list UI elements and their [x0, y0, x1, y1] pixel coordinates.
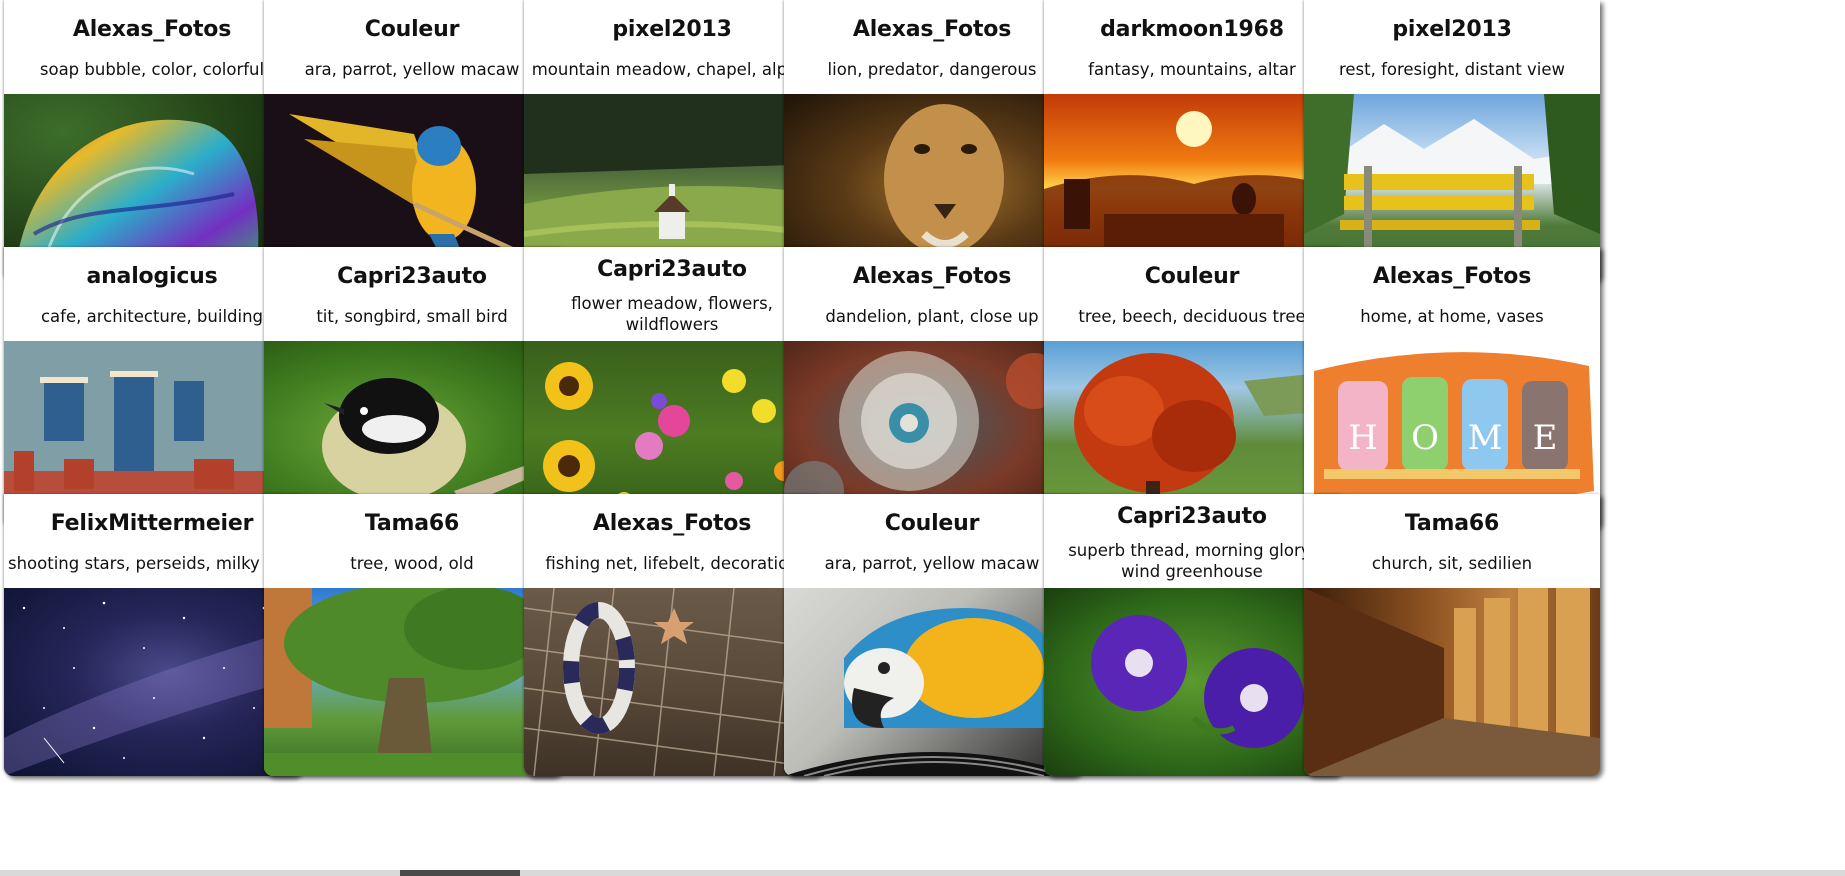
gallery-card[interactable]: darkmoon1968 fantasy, mountains, altar — [1044, 0, 1340, 282]
card-tags: church, sit, sedilien — [1371, 554, 1533, 573]
card-header: darkmoon1968 fantasy, mountains, altar — [1044, 0, 1340, 94]
card-author[interactable]: analogicus — [4, 264, 300, 289]
card-header: pixel2013 mountain meadow, chapel, alpin… — [524, 0, 820, 94]
card-header: Alexas_Fotos fishing net, lifebelt, deco… — [524, 494, 820, 588]
card-header: analogicus cafe, architecture, building — [4, 247, 300, 341]
gallery-card[interactable]: Couleur ara, parrot, yellow macaw — [264, 0, 560, 282]
card-header: Alexas_Fotos home, at home, vases — [1304, 247, 1600, 341]
gallery-card[interactable]: Couleur tree, beech, deciduous tree — [1044, 247, 1340, 529]
card-tags: cafe, architecture, building — [40, 307, 264, 326]
card-header: Couleur ara, parrot, yellow macaw — [264, 0, 560, 94]
card-header: Alexas_Fotos soap bubble, color, colorfu… — [4, 0, 300, 94]
gallery-card[interactable]: Alexas_Fotos lion, predator, dangerous — [784, 0, 1080, 282]
card-tags: dandelion, plant, close up — [825, 307, 1039, 326]
gallery-card[interactable]: Capri23auto superb thread, morning glory… — [1044, 494, 1340, 776]
card-tags: ara, parrot, yellow macaw — [824, 554, 1040, 573]
card-header: Capri23auto tit, songbird, small bird — [264, 247, 560, 341]
card-header: Couleur tree, beech, deciduous tree — [1044, 247, 1340, 341]
vase-letter-o: O — [1411, 418, 1439, 458]
card-author[interactable]: Couleur — [1044, 264, 1340, 289]
gallery-card[interactable]: Tama66 tree, wood, old — [264, 494, 560, 776]
card-author[interactable]: Tama66 — [1304, 511, 1600, 536]
card-tags: fishing net, lifebelt, decoration — [545, 554, 799, 573]
card-tags: soap bubble, color, colorful — [39, 60, 265, 79]
gallery-card[interactable]: Alexas_Fotos home, at home, vases H O M … — [1304, 247, 1600, 529]
vase-letter-m: M — [1468, 418, 1503, 458]
gallery-card[interactable]: Alexas_Fotos dandelion, plant, close up — [784, 247, 1080, 529]
card-header: Alexas_Fotos dandelion, plant, close up — [784, 247, 1080, 341]
gallery-card[interactable]: analogicus cafe, architecture, building — [4, 247, 300, 529]
image-gallery: Alexas_Fotos soap bubble, color, colorfu… — [0, 0, 1845, 876]
fishing-net-photo[interactable] — [524, 588, 820, 776]
card-author[interactable]: Couleur — [784, 511, 1080, 536]
card-author[interactable]: Alexas_Fotos — [1304, 264, 1600, 289]
card-author[interactable]: Capri23auto — [264, 264, 560, 289]
gallery-card[interactable]: Tama66 church, sit, sedilien — [1304, 494, 1600, 776]
card-author[interactable]: Capri23auto — [1044, 504, 1340, 529]
card-header: pixel2013 rest, foresight, distant view — [1304, 0, 1600, 94]
morning-glory-photo[interactable] — [1044, 588, 1340, 776]
gallery-card[interactable]: Capri23auto flower meadow, flowers, wild… — [524, 247, 820, 529]
card-header: Capri23auto superb thread, morning glory… — [1044, 494, 1340, 588]
card-tags: rest, foresight, distant view — [1338, 60, 1566, 79]
card-header: Alexas_Fotos lion, predator, dangerous — [784, 0, 1080, 94]
card-author[interactable]: Alexas_Fotos — [524, 511, 820, 536]
card-author[interactable]: Tama66 — [264, 511, 560, 536]
gallery-card[interactable]: pixel2013 rest, foresight, distant view — [1304, 0, 1600, 282]
church-stalls-photo[interactable] — [1304, 588, 1600, 776]
gallery-card[interactable]: pixel2013 mountain meadow, chapel, alpin… — [524, 0, 820, 282]
card-author[interactable]: Alexas_Fotos — [784, 17, 1080, 42]
horizontal-scrollbar[interactable] — [0, 870, 1845, 876]
vase-letter-e: E — [1533, 418, 1558, 458]
card-header: Couleur ara, parrot, yellow macaw — [784, 494, 1080, 588]
card-author[interactable]: Capri23auto — [524, 257, 820, 282]
card-tags: shooting stars, perseids, milky way — [8, 554, 299, 573]
card-tags: flower meadow, flowers, wildflowers — [571, 294, 773, 334]
card-author[interactable]: Alexas_Fotos — [784, 264, 1080, 289]
card-tags: mountain meadow, chapel, alpine — [531, 60, 813, 79]
macaw-closeup-photo[interactable] — [784, 588, 1080, 776]
card-tags: superb thread, morning glory, wind green… — [1068, 541, 1316, 581]
card-author[interactable]: darkmoon1968 — [1044, 17, 1340, 42]
vase-letter-h: H — [1348, 418, 1378, 458]
card-tags: lion, predator, dangerous — [827, 60, 1037, 79]
card-author[interactable]: FelixMittermeier — [4, 511, 300, 536]
card-header: Tama66 tree, wood, old — [264, 494, 560, 588]
old-tree-photo[interactable] — [264, 588, 560, 776]
milky-way-photo[interactable] — [4, 588, 300, 776]
gallery-card[interactable]: FelixMittermeier shooting stars, perseid… — [4, 494, 300, 776]
card-tags: ara, parrot, yellow macaw — [304, 60, 520, 79]
card-tags: tree, wood, old — [350, 554, 474, 573]
gallery-card[interactable]: Alexas_Fotos fishing net, lifebelt, deco… — [524, 494, 820, 776]
gallery-card[interactable]: Capri23auto tit, songbird, small bird — [264, 247, 560, 529]
card-author[interactable]: pixel2013 — [1304, 17, 1600, 42]
card-header: FelixMittermeier shooting stars, perseid… — [4, 494, 300, 588]
gallery-card[interactable]: Alexas_Fotos soap bubble, color, colorfu… — [4, 0, 300, 282]
scrollbar-thumb[interactable] — [400, 870, 520, 876]
card-header: Tama66 church, sit, sedilien — [1304, 494, 1600, 588]
card-header: Capri23auto flower meadow, flowers, wild… — [524, 247, 820, 341]
card-author[interactable]: pixel2013 — [524, 17, 820, 42]
gallery-card[interactable]: Couleur ara, parrot, yellow macaw — [784, 494, 1080, 776]
card-tags: tree, beech, deciduous tree — [1078, 307, 1306, 326]
card-tags: home, at home, vases — [1360, 307, 1544, 326]
card-author[interactable]: Alexas_Fotos — [4, 17, 300, 42]
card-author[interactable]: Couleur — [264, 17, 560, 42]
card-tags: tit, songbird, small bird — [316, 307, 508, 326]
card-tags: fantasy, mountains, altar — [1088, 60, 1296, 79]
